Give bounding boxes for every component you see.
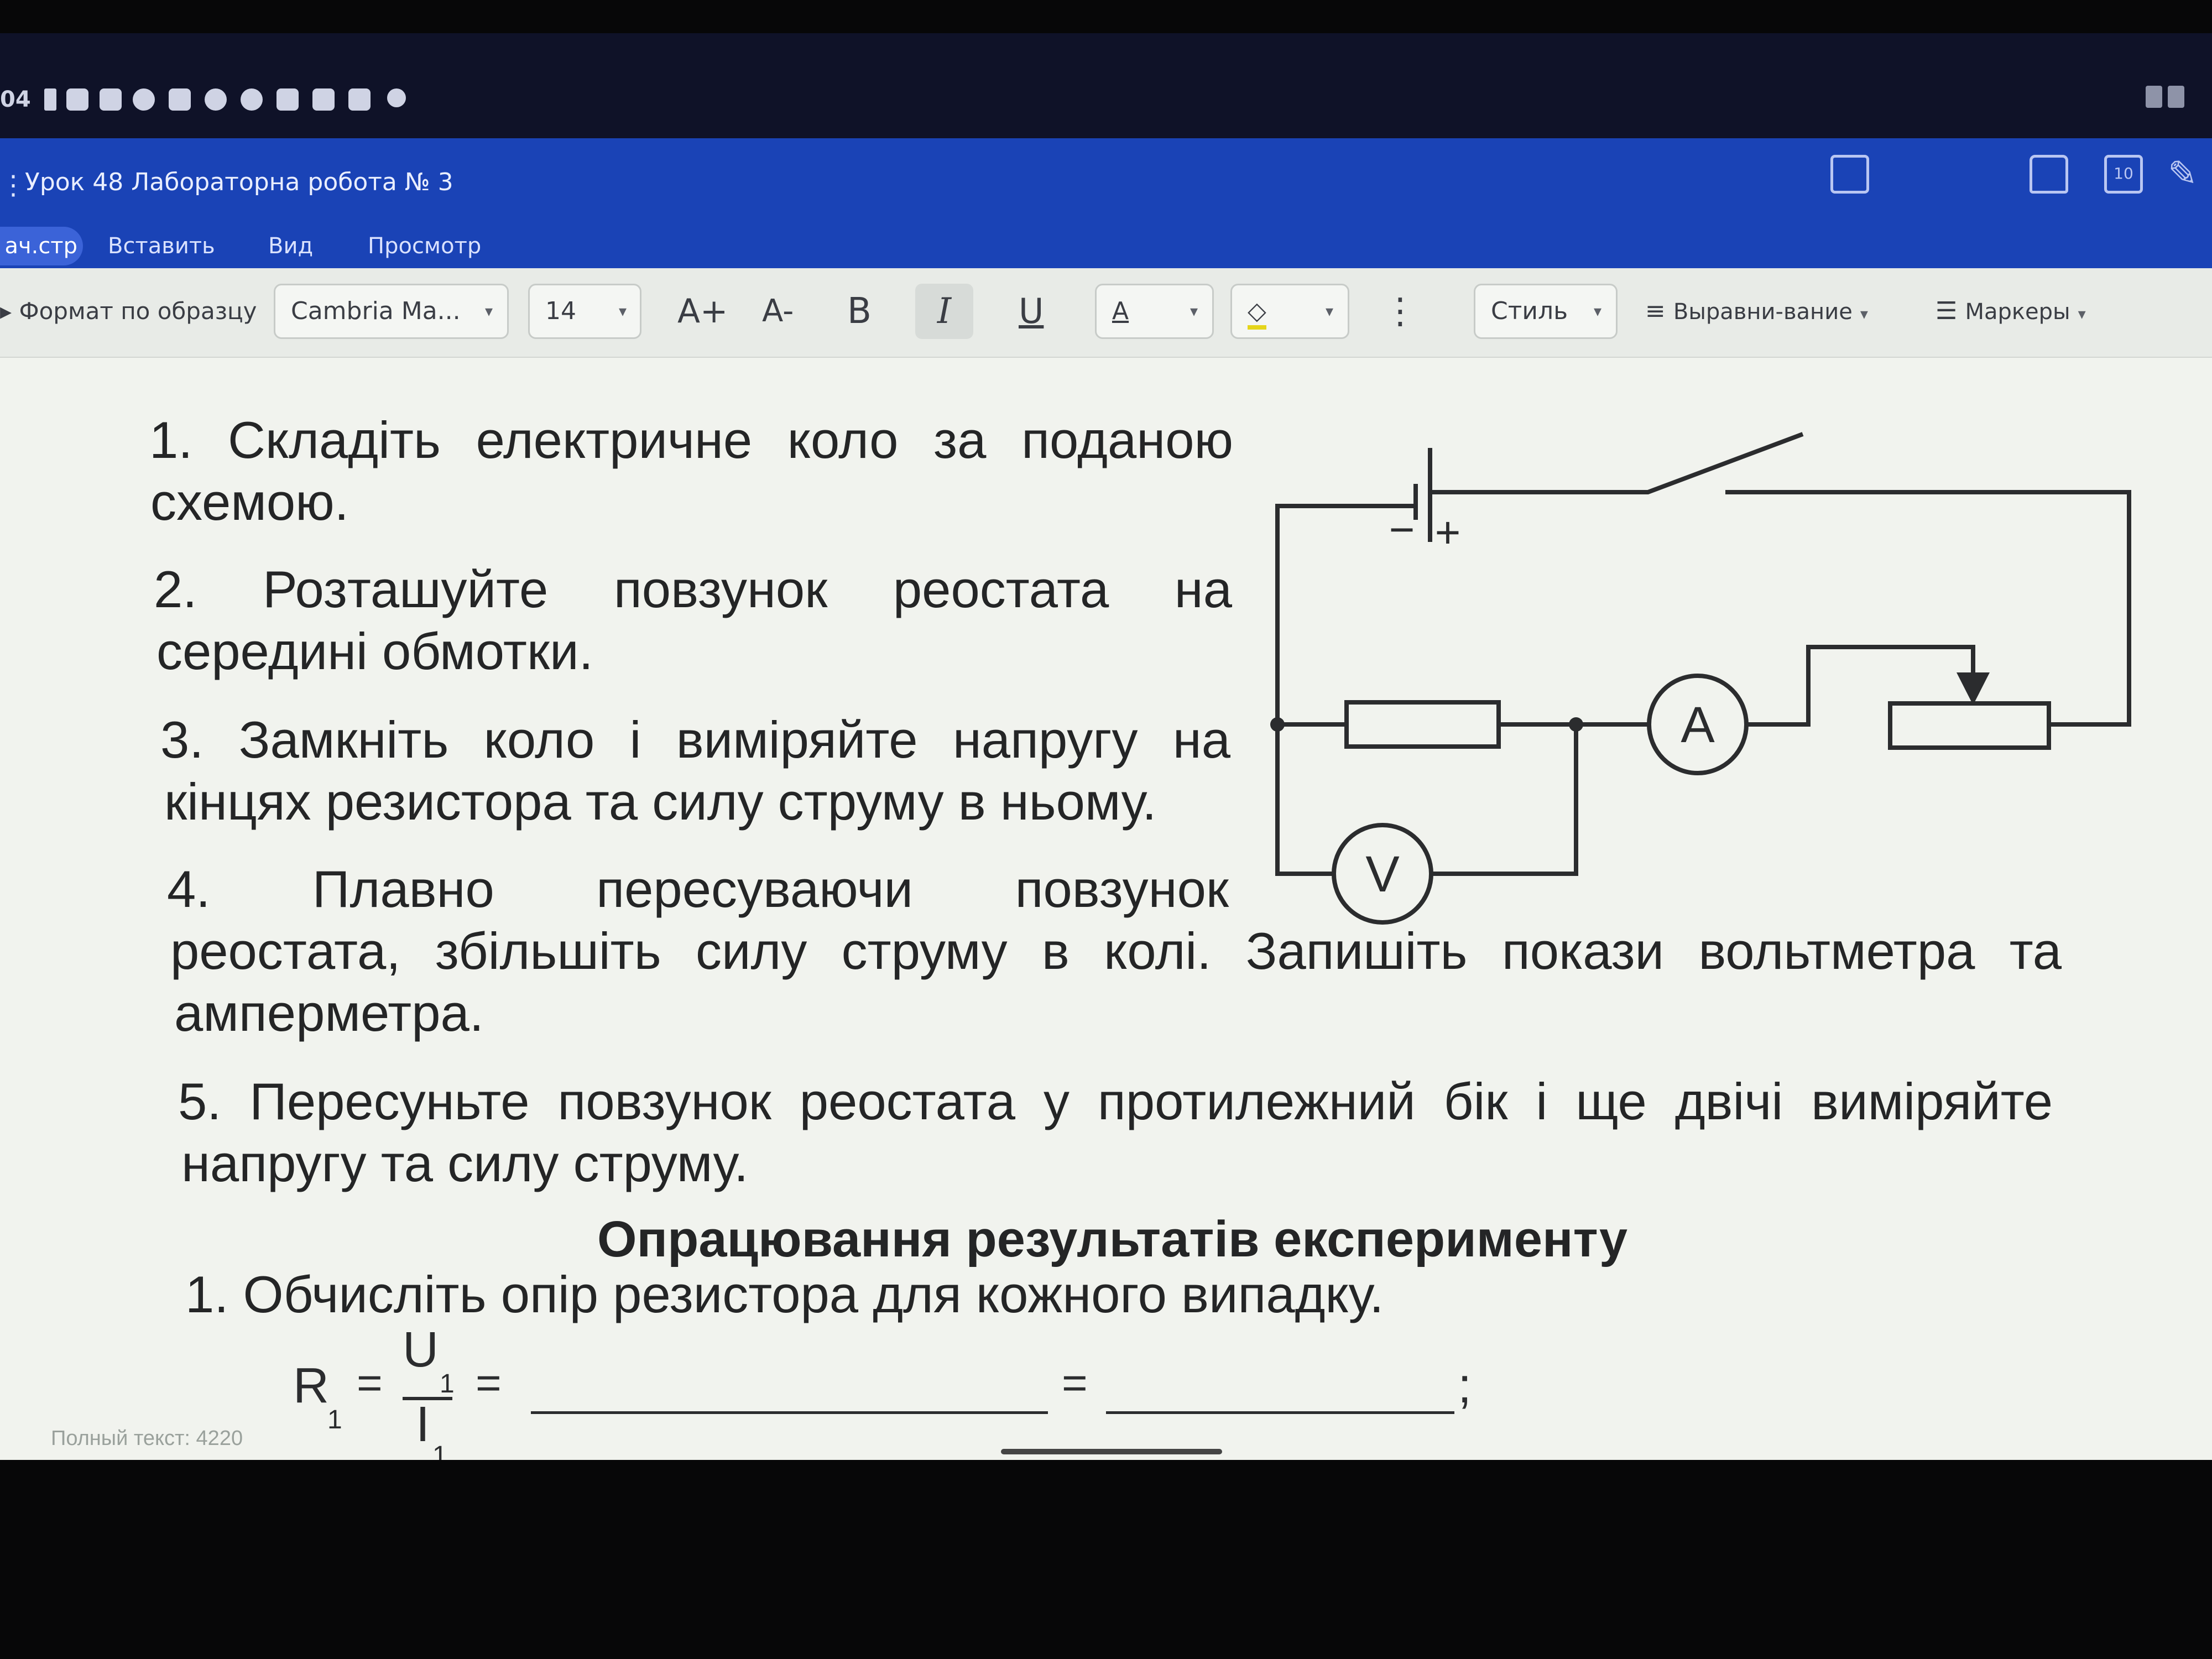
tablet-screen: 04 ⋮ Урок 48 Лабораторна робота № 3 10 ✎… (0, 33, 2212, 1460)
chevron-down-icon: ▾ (1860, 305, 1868, 323)
instruction-1-line-2: схемою. (150, 473, 349, 531)
brush-icon: ▸ (0, 298, 12, 325)
font-color-button[interactable]: A ▾ (1095, 284, 1214, 339)
formula-equals: = (476, 1358, 502, 1407)
ribbon-tabs: ач.стр Вставить Вид Просмотр (0, 227, 2212, 268)
formula-current-subscript: 1 (432, 1441, 447, 1460)
menu-icon[interactable]: ⋮ (0, 169, 27, 202)
bullets-button[interactable]: ☰ Маркеры ▾ (1936, 284, 2086, 339)
formula-semicolon: ; (1458, 1358, 1472, 1413)
instruction-3-line-2: кінцях резистора та силу струму в ньому. (164, 773, 1157, 831)
italic-button[interactable]: I (915, 284, 973, 339)
instruction-4-line-3: амперметра. (174, 984, 484, 1042)
formula-voltage-subscript: 1 (440, 1369, 455, 1399)
wifi-battery-icon (2140, 86, 2190, 113)
chevron-down-icon: ▾ (2078, 305, 2086, 323)
ammeter-label: A (1681, 697, 1715, 753)
instruction-1-line-1: 1. Складіть електричне коло за поданою (149, 411, 1233, 469)
document-title: Урок 48 Лабораторна робота № 3 (25, 168, 453, 196)
save-icon[interactable] (1830, 155, 1869, 194)
status-bar: 04 (0, 33, 2212, 138)
youtube-icon (169, 88, 191, 111)
highlight-color-button[interactable]: ◇ ▾ (1230, 284, 1349, 339)
align-icon: ≡ (1645, 297, 1666, 325)
resistor-symbol (1270, 700, 1583, 749)
format-painter-label: Формат по образцу (19, 298, 257, 325)
underline-button[interactable]: U (1019, 284, 1044, 339)
instruction-3-line-1: 3. Замкніть коло і виміряйте напругу на (160, 711, 1230, 769)
youtube-icon (276, 88, 299, 111)
telegram-icon (100, 88, 122, 111)
results-heading: Опрацювання результатів експерименту (597, 1211, 1628, 1267)
plus-sign: + (1435, 508, 1461, 557)
minus-sign: − (1389, 505, 1415, 554)
instruction-5-line-2: напругу та силу струму. (181, 1134, 749, 1192)
highlighter-icon: ◇ (1248, 297, 1266, 330)
more-options-icon[interactable]: ⋮ (1383, 284, 1418, 339)
font-name-value: Cambria Ma... (291, 297, 461, 325)
tab-review[interactable]: Просмотр (368, 227, 481, 265)
formula-current-symbol: I (416, 1397, 430, 1452)
chevron-down-icon: ▾ (484, 302, 493, 320)
chevron-down-icon: ▾ (1593, 302, 1601, 320)
pages-icon[interactable]: 10 (2104, 155, 2143, 194)
sim-icon (66, 88, 88, 111)
bullets-label: Маркеры (1965, 299, 2070, 325)
ammeter-symbol (1576, 645, 1975, 775)
instruction-5-line-1: 5. Пересуньте повзунок реостата у протил… (178, 1072, 2053, 1130)
scroll-indicator[interactable] (1001, 1449, 1222, 1454)
youtube-icon (348, 88, 371, 111)
style-label: Стиль (1491, 297, 1568, 325)
font-size-value: 14 (545, 297, 576, 325)
title-bar: ⋮ Урок 48 Лабораторна робота № 3 10 ✎ (0, 138, 2212, 227)
youtube-icon (312, 88, 335, 111)
chrome-icon (205, 88, 227, 111)
grow-font-button[interactable]: A+ (677, 284, 728, 339)
formula-equals: = (357, 1358, 383, 1407)
bold-button[interactable]: B (847, 284, 872, 339)
settings-icon (387, 88, 406, 107)
voltmeter-label: V (1365, 846, 1399, 902)
font-color-icon: A (1112, 297, 1129, 325)
instruction-2-line-2: середині обмотки. (156, 622, 593, 680)
tab-view[interactable]: Вид (268, 227, 313, 265)
formula-resistance-symbol: R (293, 1358, 329, 1413)
formula-voltage-symbol: U (403, 1322, 439, 1378)
style-select[interactable]: Стиль ▾ (1474, 284, 1618, 339)
chevron-down-icon: ▾ (1190, 302, 1198, 320)
alignment-label: Выравни-вание (1673, 299, 1853, 325)
viber-icon (133, 88, 155, 111)
answer-blank[interactable] (1106, 1411, 1454, 1414)
instruction-4-line-1: 4. Плавно пересуваючи повзунок (167, 860, 1229, 918)
tab-home[interactable]: ач.стр (0, 227, 83, 265)
font-size-select[interactable]: 14 ▾ (528, 284, 641, 339)
format-painter-button[interactable]: ▸ Формат по образцу (0, 284, 257, 339)
chevron-down-icon: ▾ (618, 302, 627, 320)
circuit-diagram: − + A V (1270, 432, 2131, 925)
word-count: Полный текст: 4220 (51, 1427, 243, 1450)
formula-resistance-subscript: 1 (327, 1405, 342, 1434)
bluetooth-icon (44, 88, 56, 111)
chevron-down-icon: ▾ (1325, 302, 1333, 320)
status-time: 04 (0, 87, 31, 112)
instruction-2-line-1: 2. Розташуйте повзунок реостата на (154, 560, 1232, 618)
shrink-font-button[interactable]: A- (762, 284, 794, 339)
calculation-instruction: 1. Обчисліть опір резистора для кожного … (185, 1265, 1384, 1323)
switch-symbol (1725, 490, 2131, 727)
voltmeter-symbol (1275, 724, 1578, 925)
alignment-button[interactable]: ≡ Выравни-вание ▾ (1645, 284, 1868, 339)
rheostat-symbol (1888, 672, 2051, 750)
chrome-icon (241, 88, 263, 111)
share-icon[interactable] (2030, 155, 2068, 194)
bullets-icon: ☰ (1936, 297, 1958, 325)
formatting-toolbar: ▸ Формат по образцу Cambria Ma... ▾ 14 ▾… (0, 268, 2212, 358)
edit-pencil-icon[interactable]: ✎ (2168, 155, 2206, 194)
tab-insert[interactable]: Вставить (108, 227, 215, 265)
font-name-select[interactable]: Cambria Ma... ▾ (274, 284, 509, 339)
formula-equals: = (1062, 1358, 1088, 1407)
answer-blank[interactable] (531, 1411, 1048, 1414)
